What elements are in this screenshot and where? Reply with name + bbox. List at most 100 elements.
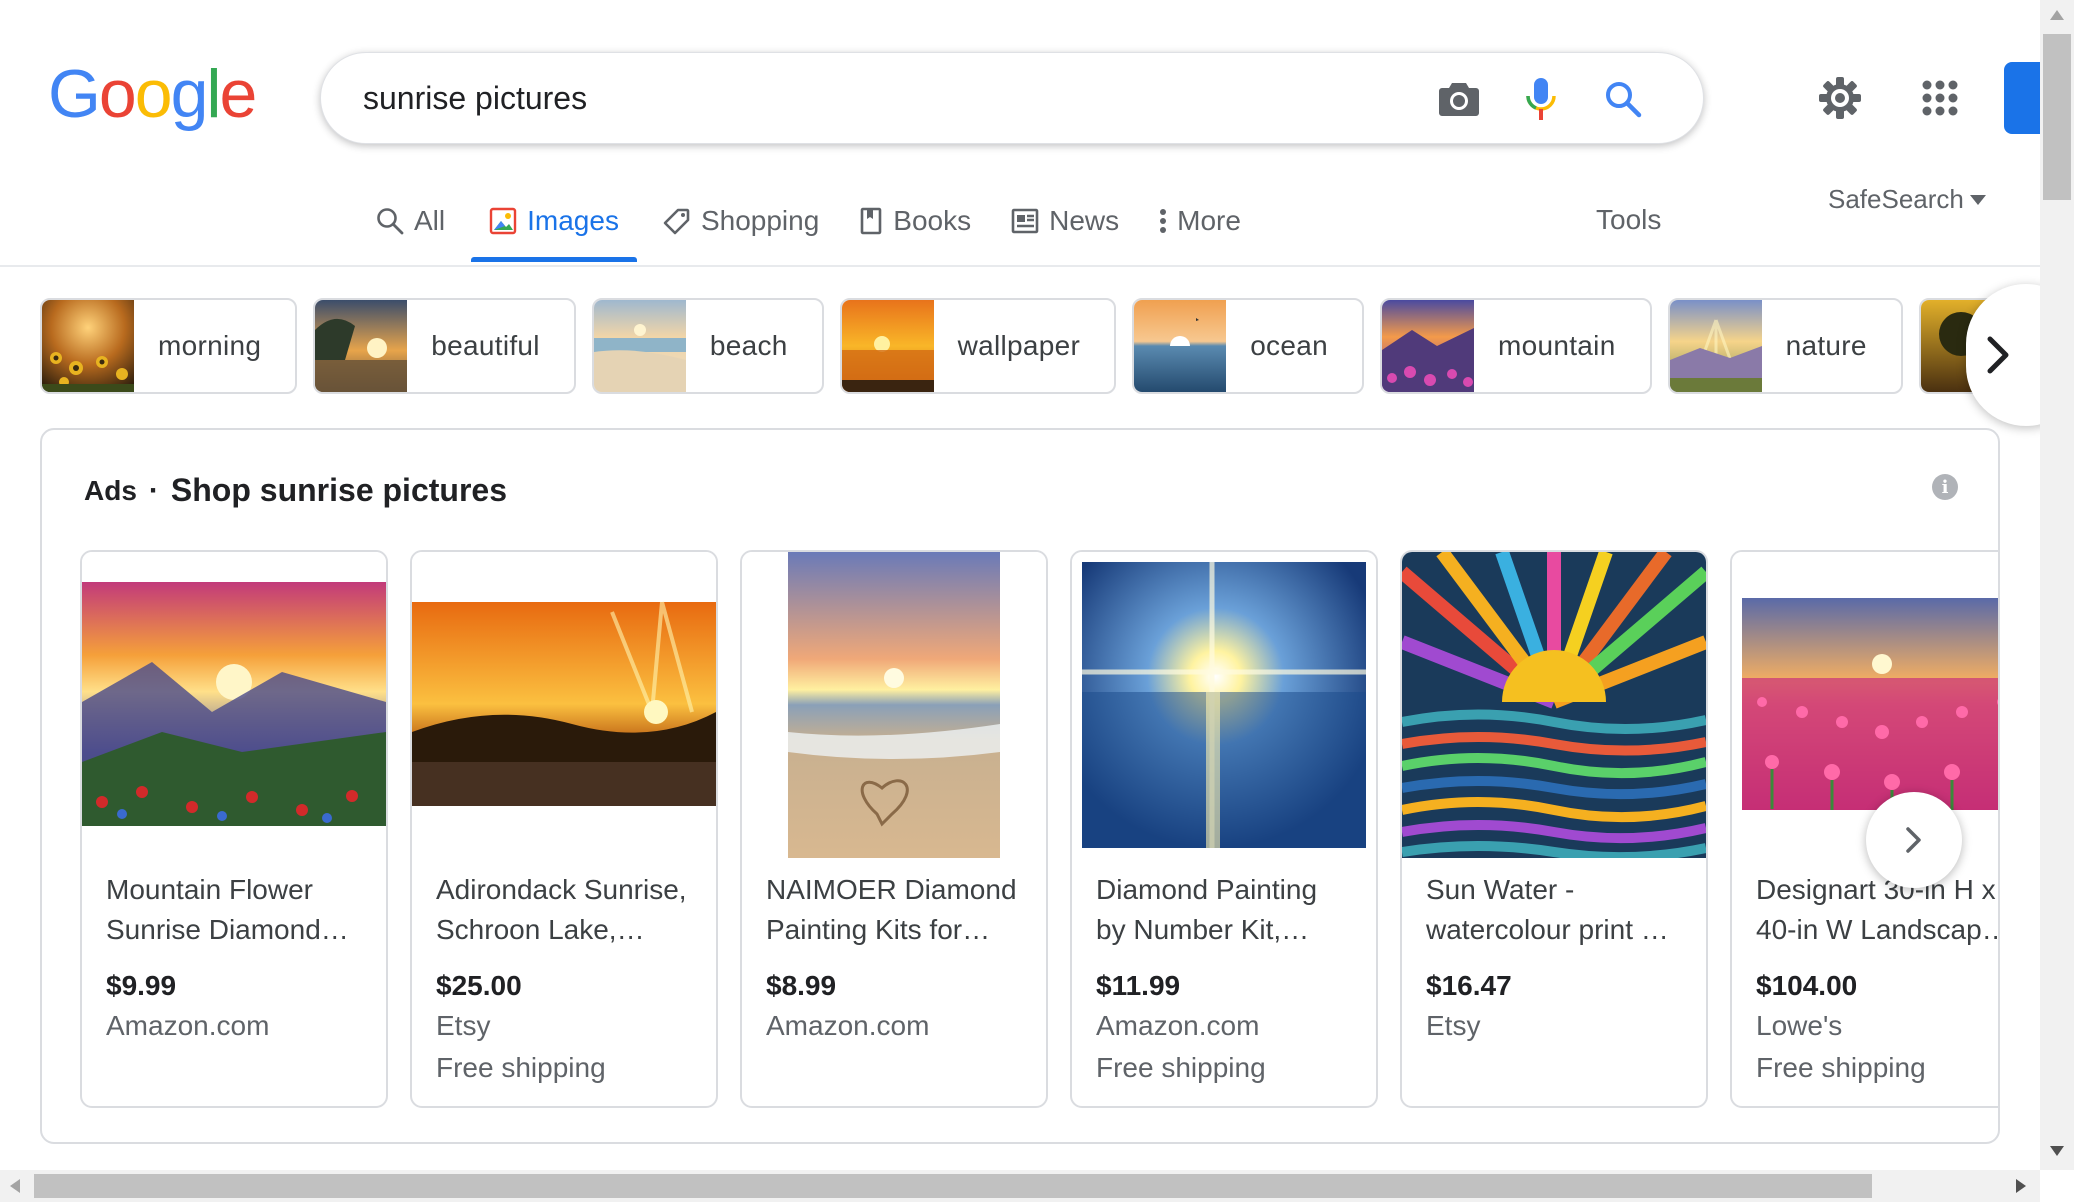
camera-icon[interactable] bbox=[1435, 75, 1483, 123]
vertical-scroll-thumb[interactable] bbox=[2043, 34, 2071, 200]
chip-label: beach bbox=[709, 330, 788, 361]
info-icon[interactable]: i bbox=[1932, 474, 1958, 500]
scroll-down-arrow-icon[interactable] bbox=[2050, 1146, 2064, 1156]
product-store: Etsy bbox=[1426, 1010, 1481, 1041]
search-tabs: All Images Shopping Books News More bbox=[356, 198, 1261, 264]
product-title: NAIMOER Diamond Painting Kits for… bbox=[766, 874, 1017, 945]
caret-down-icon bbox=[1969, 194, 1986, 205]
chip-beach[interactable]: beach bbox=[591, 298, 824, 394]
tab-label: All bbox=[414, 205, 446, 236]
chip-mountain[interactable]: mountain bbox=[1379, 298, 1652, 394]
chevron-right-icon bbox=[1987, 336, 2009, 374]
tab-news[interactable]: News bbox=[991, 198, 1139, 244]
product-store: Lowe's bbox=[1756, 1010, 1843, 1041]
horizontal-scrollbar[interactable] bbox=[0, 1170, 2040, 1202]
search-box[interactable]: sunrise pictures bbox=[320, 52, 1704, 144]
tab-label: Images bbox=[527, 205, 619, 236]
logo-letter: g bbox=[170, 56, 209, 132]
ads-title: Shop sunrise pictures bbox=[170, 472, 507, 508]
product-price: $104.00 bbox=[1756, 970, 1858, 1001]
logo-letter: o bbox=[134, 56, 173, 132]
chip-label: wallpaper bbox=[957, 330, 1081, 361]
logo-letter: l bbox=[206, 56, 221, 132]
chip-wallpaper[interactable]: wallpaper bbox=[839, 298, 1117, 394]
search-icon[interactable] bbox=[1599, 75, 1647, 123]
product-title: Sun Water - watercolour print … bbox=[1426, 874, 1669, 945]
shopping-ads-panel: Ads · Shop sunrise pictures i Mountain F… bbox=[40, 428, 2000, 1144]
tab-images[interactable]: Images bbox=[465, 198, 643, 262]
chip-thumbnail bbox=[315, 300, 408, 392]
product-store: Amazon.com bbox=[766, 1010, 930, 1041]
product-store: Etsy bbox=[436, 1010, 491, 1041]
search-icon bbox=[377, 208, 404, 235]
tab-label: More bbox=[1177, 205, 1241, 236]
vertical-scrollbar[interactable] bbox=[2040, 0, 2074, 1170]
product-store: Amazon.com bbox=[1096, 1010, 1260, 1041]
gear-icon[interactable] bbox=[1812, 70, 1868, 126]
chevron-right-icon bbox=[1906, 827, 1921, 853]
safesearch-dropdown[interactable]: SafeSearch bbox=[1828, 184, 1986, 215]
product-card[interactable]: Adirondack Sunrise, Schroon Lake,… $25.00… bbox=[410, 550, 718, 1108]
product-image bbox=[82, 552, 386, 858]
tab-label: Books bbox=[893, 205, 972, 236]
safesearch-label: SafeSearch bbox=[1828, 184, 1964, 214]
product-title: Designart 30-in H x 40-in W Landscap… bbox=[1756, 874, 2000, 945]
tab-shopping[interactable]: Shopping bbox=[643, 198, 839, 244]
tab-label: Shopping bbox=[700, 205, 820, 236]
products-next-button[interactable] bbox=[1866, 792, 1962, 888]
tab-books[interactable]: Books bbox=[839, 198, 991, 244]
product-shipping: Free shipping bbox=[1756, 1052, 1926, 1083]
product-price: $25.00 bbox=[436, 970, 522, 1001]
chip-ocean[interactable]: ocean bbox=[1132, 298, 1364, 394]
book-icon bbox=[860, 207, 882, 235]
product-price: $8.99 bbox=[766, 970, 837, 1001]
product-shipping: Free shipping bbox=[1096, 1052, 1266, 1083]
chip-thumbnail bbox=[42, 300, 134, 392]
product-image bbox=[1732, 552, 1998, 858]
chip-thumbnail bbox=[841, 300, 934, 392]
product-card[interactable]: Diamond Painting by Number Kit,… $11.99 A… bbox=[1070, 550, 1378, 1108]
logo-letter: o bbox=[98, 56, 137, 132]
product-card[interactable]: NAIMOER Diamond Painting Kits for… $8.99 … bbox=[740, 550, 1048, 1108]
google-logo[interactable]: Google bbox=[48, 56, 258, 132]
search-input[interactable]: sunrise pictures bbox=[363, 80, 587, 117]
microphone-icon[interactable] bbox=[1517, 75, 1565, 123]
chip-label: mountain bbox=[1497, 330, 1616, 361]
chip-label: beautiful bbox=[431, 330, 540, 361]
product-store: Amazon.com bbox=[106, 1010, 270, 1041]
chip-label: ocean bbox=[1250, 330, 1328, 361]
tab-more[interactable]: More bbox=[1139, 198, 1261, 244]
product-image bbox=[1072, 552, 1376, 858]
chip-label: nature bbox=[1785, 330, 1867, 361]
chip-nature[interactable]: nature bbox=[1667, 298, 1903, 394]
tab-all[interactable]: All bbox=[356, 198, 465, 244]
chip-morning[interactable]: morning bbox=[40, 298, 298, 394]
image-icon bbox=[489, 207, 517, 235]
scroll-left-arrow-icon[interactable] bbox=[10, 1179, 20, 1193]
product-price: $11.99 bbox=[1096, 970, 1181, 1001]
tab-label: News bbox=[1049, 205, 1120, 236]
product-image bbox=[412, 552, 716, 858]
product-card[interactable]: Sun Water - watercolour print … $16.47 Et… bbox=[1400, 550, 1708, 1108]
product-shipping: Free shipping bbox=[436, 1052, 606, 1083]
chip-thumbnail bbox=[593, 300, 686, 392]
product-price: $16.47 bbox=[1426, 970, 1512, 1001]
scroll-right-arrow-icon[interactable] bbox=[2016, 1179, 2026, 1193]
tools-button[interactable]: Tools bbox=[1596, 204, 1661, 236]
product-title: Adirondack Sunrise, Schroon Lake,… bbox=[436, 874, 687, 945]
apps-grid-icon[interactable] bbox=[1912, 70, 1968, 126]
related-searches-chips: morning beautiful beach wallpaper ocean … bbox=[40, 298, 2000, 394]
ads-header: Ads · Shop sunrise pictures bbox=[84, 472, 507, 509]
tag-icon bbox=[663, 208, 690, 235]
header-divider bbox=[0, 265, 2040, 267]
scroll-up-arrow-icon[interactable] bbox=[2050, 10, 2064, 20]
horizontal-scroll-thumb[interactable] bbox=[34, 1174, 1872, 1198]
chip-thumbnail bbox=[1669, 300, 1762, 392]
ads-separator: · bbox=[148, 473, 159, 507]
product-carousel: Mountain Flower Sunrise Diamond… $9.99 Am… bbox=[80, 550, 2000, 1108]
logo-letter: e bbox=[219, 56, 258, 132]
ads-label: Ads bbox=[84, 474, 137, 506]
chip-label: morning bbox=[158, 330, 262, 361]
product-card[interactable]: Mountain Flower Sunrise Diamond… $9.99 Am… bbox=[80, 550, 388, 1108]
chip-beautiful[interactable]: beautiful bbox=[313, 298, 576, 394]
